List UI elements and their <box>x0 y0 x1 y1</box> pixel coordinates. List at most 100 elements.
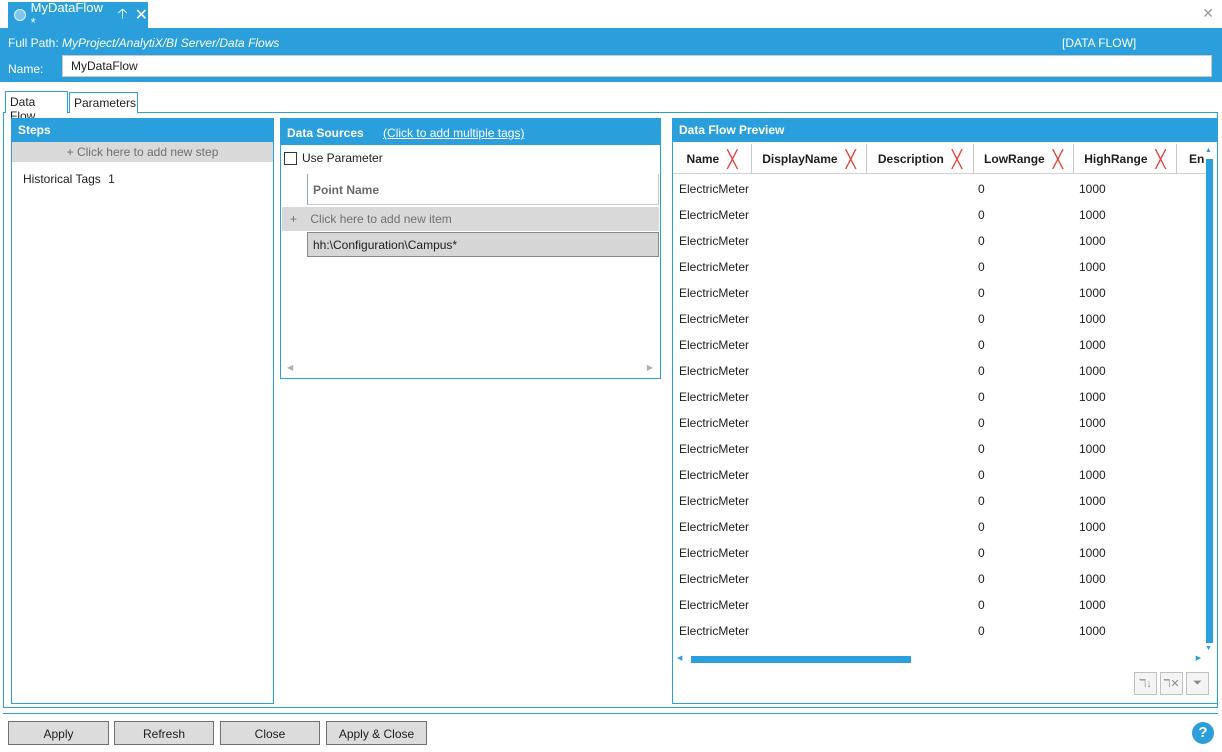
horizontal-scroll-thumb[interactable] <box>691 656 911 663</box>
preview-rows: ElectricMeter 0 1000 ElectricMeter 0 1000 Elec… <box>673 176 1203 652</box>
step-item[interactable]: Historical Tags 1 <box>12 162 273 196</box>
apply-button[interactable]: Apply <box>8 721 109 745</box>
table-row[interactable]: ElectricMeter 0 1000 <box>673 306 1203 332</box>
name-cell: ElectricMeter <box>679 520 750 534</box>
dataflow-icon <box>14 9 26 21</box>
clear-column-filter-icon[interactable]: ℸ✕ <box>1160 672 1183 695</box>
highrange-cell: 1000 <box>1079 468 1106 482</box>
name-cell: ElectricMeter <box>679 546 750 560</box>
data-sources-panel: Data Sources (Click to add multiple tags… <box>280 118 661 379</box>
name-label: Name: <box>8 62 44 76</box>
tab-parameters[interactable]: Parameters <box>69 92 138 113</box>
filter-icon[interactable]: ⏷ <box>1186 672 1209 695</box>
scroll-left-icon[interactable]: ◀ <box>287 363 293 372</box>
use-parameter-option[interactable]: Use Parameter <box>284 151 383 165</box>
lowrange-cell: 0 <box>978 494 985 508</box>
remove-column-icon[interactable]: ╳ <box>727 151 737 168</box>
vertical-scroll-thumb[interactable] <box>1206 159 1213 643</box>
add-step-button[interactable]: + Click here to add new step <box>12 142 273 162</box>
steps-panel: Steps + Click here to add new step Histo… <box>11 118 274 704</box>
lowrange-cell: 0 <box>978 650 985 652</box>
name-input[interactable]: MyDataFlow <box>62 55 1212 77</box>
table-row[interactable]: ElectricMeter 0 1000 <box>673 566 1203 592</box>
name-cell: ElectricMeter <box>679 208 750 222</box>
header-bar: Full Path: MyProject/AnalytiX/BI Server/… <box>0 28 1222 82</box>
table-row[interactable]: ElectricMeter 0 1000 <box>673 592 1203 618</box>
table-row[interactable]: ElectricMeter 0 1000 <box>673 254 1203 280</box>
highrange-cell: 1000 <box>1079 338 1106 352</box>
highrange-cell: 1000 <box>1079 234 1106 248</box>
highrange-cell: 1000 <box>1079 364 1106 378</box>
window-close-icon[interactable]: ✕ <box>1202 5 1214 22</box>
data-source-row[interactable]: hh:\Configuration\Campus* <box>307 232 659 257</box>
column-header-displayname[interactable]: DisplayName ╳ <box>752 144 867 174</box>
lowrange-cell: 0 <box>978 416 985 430</box>
full-path-label: Full Path: <box>8 36 59 50</box>
footer-bar: Apply Refresh Close Apply & Close ? <box>3 713 1218 750</box>
help-icon[interactable]: ? <box>1192 722 1214 744</box>
scroll-up-icon[interactable]: ▲ <box>1205 147 1212 154</box>
remove-column-icon[interactable]: ╳ <box>1053 151 1063 168</box>
use-parameter-checkbox[interactable] <box>284 151 297 165</box>
add-multiple-tags-link[interactable]: (Click to add multiple tags) <box>383 126 524 140</box>
highrange-cell: 1000 <box>1079 416 1106 430</box>
column-label: DisplayName <box>762 152 838 166</box>
table-row[interactable]: ElectricMeter 0 1000 <box>673 514 1203 540</box>
document-tab-title: MyDataFlow * <box>30 0 103 30</box>
refresh-button[interactable]: Refresh <box>114 721 214 745</box>
remove-column-icon[interactable]: ╳ <box>846 151 856 168</box>
table-row[interactable]: ElectricMeter 0 1000 <box>673 436 1203 462</box>
pin-icon[interactable]: 🡡 <box>118 3 128 27</box>
lowrange-cell: 0 <box>978 338 985 352</box>
table-row[interactable]: ElectricMeter 0 1000 <box>673 540 1203 566</box>
add-item-button[interactable]: + Click here to add new item <box>282 207 659 231</box>
table-row[interactable]: ElectricMeter 0 1000 <box>673 332 1203 358</box>
table-row[interactable]: ElectricMeter 0 1000 <box>673 202 1203 228</box>
column-header-highrange[interactable]: HighRange ╳ <box>1074 144 1177 174</box>
table-row[interactable]: ElectricMeter 0 1000 <box>673 462 1203 488</box>
highrange-cell: 1000 <box>1079 286 1106 300</box>
tab-data-flow[interactable]: Data Flow <box>5 91 68 123</box>
step-item-count: 1 <box>108 172 115 186</box>
table-row[interactable]: ElectricMeter 0 1000 <box>673 358 1203 384</box>
column-header-description[interactable]: Description ╳ <box>867 144 974 174</box>
table-row[interactable]: ElectricMeter 0 1000 <box>673 280 1203 306</box>
scroll-down-icon[interactable]: ▼ <box>1205 645 1212 652</box>
scroll-right-icon[interactable]: ▶ <box>647 363 653 372</box>
close-button[interactable]: Close <box>220 721 320 745</box>
scroll-right-icon[interactable]: ▶ <box>1196 654 1201 662</box>
table-row[interactable]: ElectricMeter 0 1000 <box>673 488 1203 514</box>
table-row[interactable]: ElectricMeter 0 1000 <box>673 176 1203 202</box>
table-row[interactable]: ElectricMeter 0 1000 <box>673 384 1203 410</box>
remove-column-icon[interactable]: ╳ <box>952 151 962 168</box>
highrange-cell: 1000 <box>1079 494 1106 508</box>
apply-and-close-button[interactable]: Apply & Close <box>326 721 427 745</box>
scroll-left-icon[interactable]: ◀ <box>677 654 682 662</box>
table-row[interactable]: ElectricMeter 0 1000 <box>673 618 1203 644</box>
table-row[interactable]: ElectricMeter 0 1000 <box>673 410 1203 436</box>
point-name-column-header[interactable]: Point Name <box>307 174 659 205</box>
name-cell: ElectricMeter <box>679 182 750 196</box>
name-cell: ElectricMeter <box>679 260 750 274</box>
horizontal-scrollbar[interactable]: ◀ ▶ <box>287 363 653 372</box>
highrange-cell: 1000 <box>1079 572 1106 586</box>
highrange-cell: 1000 <box>1079 390 1106 404</box>
remove-column-icon[interactable]: ╳ <box>1156 151 1166 168</box>
lowrange-cell: 0 <box>978 364 985 378</box>
add-column-filter-icon[interactable]: ℸ↓ <box>1134 672 1157 695</box>
name-cell: ElectricMeter <box>679 286 750 300</box>
name-cell: ElectricMeter <box>679 416 750 430</box>
close-icon[interactable]: ✕ <box>135 5 148 25</box>
column-header-lowrange[interactable]: LowRange ╳ <box>974 144 1074 174</box>
highrange-cell: 1000 <box>1079 650 1106 652</box>
table-row[interactable]: ElectricMeter 0 1000 <box>673 644 1203 652</box>
preview-toolbar: ℸ↓ ℸ✕ ⏷ <box>1134 672 1209 695</box>
document-tab[interactable]: MyDataFlow * 🡡 ✕ <box>8 0 148 30</box>
vertical-scrollbar[interactable]: ▲ ▼ <box>1204 147 1214 652</box>
add-item-label: Click here to add new item <box>310 212 452 226</box>
column-header-name[interactable]: Name ╳ <box>673 144 752 174</box>
table-row[interactable]: ElectricMeter 0 1000 <box>673 228 1203 254</box>
horizontal-scrollbar[interactable]: ◀ ▶ <box>677 654 1201 664</box>
document-tab-strip: MyDataFlow * 🡡 ✕ ✕ <box>0 0 1222 30</box>
name-cell: ElectricMeter <box>679 390 750 404</box>
